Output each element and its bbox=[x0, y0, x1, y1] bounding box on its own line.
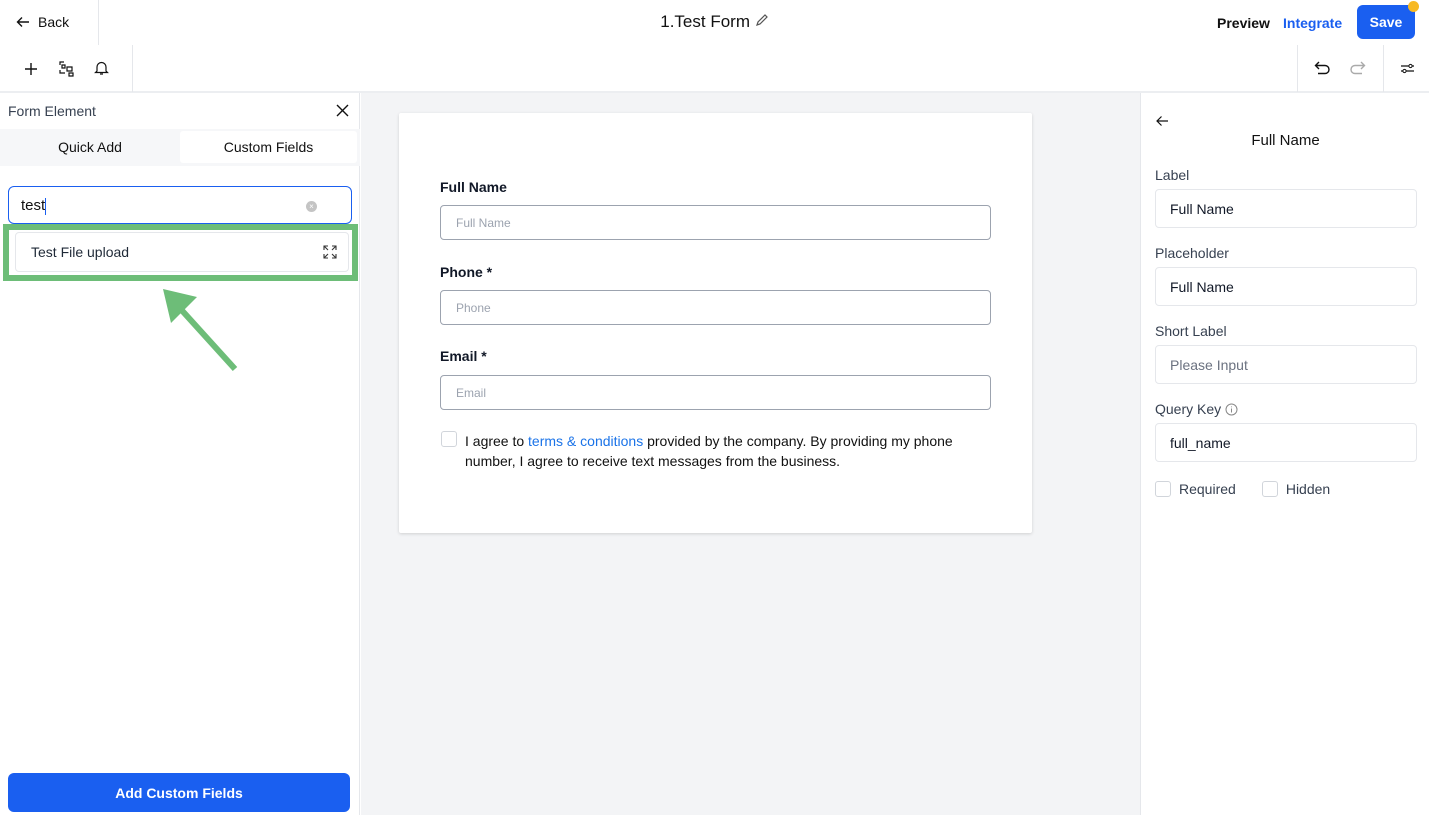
add-custom-fields-button[interactable]: Add Custom Fields bbox=[8, 773, 350, 812]
form-card: Full Name Full Name Phone * Phone Email … bbox=[399, 113, 1032, 533]
tab-quick-add[interactable]: Quick Add bbox=[0, 129, 180, 166]
consent-checkbox[interactable] bbox=[441, 431, 457, 447]
close-icon[interactable] bbox=[336, 104, 349, 117]
integrate-button[interactable]: Integrate bbox=[1283, 15, 1342, 31]
required-checkbox[interactable] bbox=[1155, 481, 1171, 497]
label-label: Label bbox=[1155, 167, 1190, 183]
query-key-label: Query Key bbox=[1155, 401, 1238, 417]
top-bar: Back 1.Test Form Preview Integrate Save bbox=[0, 0, 1429, 45]
search-value: test bbox=[21, 197, 46, 214]
consent-prefix: I agree to bbox=[465, 433, 529, 449]
annotation-arrow-icon bbox=[163, 289, 238, 372]
preview-button[interactable]: Preview bbox=[1217, 15, 1270, 31]
highlight-box: Test File upload bbox=[3, 224, 358, 281]
required-label: Required bbox=[1179, 481, 1236, 497]
placeholder-label: Placeholder bbox=[1155, 245, 1229, 261]
form-element-panel: Form Element Quick Add Custom Fields tes… bbox=[0, 93, 360, 815]
field-label-email: Email * bbox=[440, 348, 487, 364]
label-input[interactable]: Full Name bbox=[1155, 189, 1417, 228]
form-title-text: 1.Test Form bbox=[660, 12, 750, 31]
pencil-icon[interactable] bbox=[755, 13, 769, 27]
short-label-label: Short Label bbox=[1155, 323, 1227, 339]
save-button[interactable]: Save bbox=[1357, 5, 1415, 39]
unsaved-badge bbox=[1408, 1, 1419, 12]
phone-input[interactable]: Phone bbox=[440, 290, 991, 325]
hidden-label: Hidden bbox=[1285, 481, 1331, 497]
custom-field-label: Test File upload bbox=[31, 244, 130, 260]
arrow-left-icon[interactable] bbox=[1156, 115, 1169, 127]
layout-icon[interactable] bbox=[59, 61, 75, 77]
consent-text: I agree to terms & conditions provided b… bbox=[465, 431, 995, 471]
full-name-input[interactable]: Full Name bbox=[440, 205, 991, 240]
info-icon[interactable] bbox=[1225, 403, 1238, 416]
terms-link[interactable]: terms & conditions bbox=[528, 433, 643, 449]
plus-icon[interactable] bbox=[24, 62, 38, 76]
toolbar bbox=[0, 45, 1429, 93]
tab-custom-fields[interactable]: Custom Fields bbox=[180, 131, 357, 163]
field-label-phone: Phone * bbox=[440, 264, 493, 280]
field-label-full-name: Full Name bbox=[440, 179, 507, 195]
settings-title: Full Name bbox=[1251, 132, 1320, 149]
redo-icon[interactable] bbox=[1349, 60, 1366, 76]
search-input[interactable]: test × bbox=[8, 186, 352, 224]
email-input[interactable]: Email bbox=[440, 375, 991, 410]
placeholder-input[interactable]: Full Name bbox=[1155, 267, 1417, 306]
short-label-input[interactable]: Please Input bbox=[1155, 345, 1417, 384]
hidden-checkbox[interactable] bbox=[1261, 481, 1278, 497]
undo-icon[interactable] bbox=[1314, 60, 1331, 76]
query-key-input[interactable]: full_name bbox=[1155, 423, 1417, 462]
query-key-text: Query Key bbox=[1155, 401, 1222, 417]
custom-field-item[interactable]: Test File upload bbox=[15, 232, 349, 272]
bell-icon[interactable] bbox=[94, 60, 109, 76]
field-settings-panel: Full Name Label Full Name Placeholder Fu… bbox=[1140, 93, 1429, 815]
form-title[interactable]: 1.Test Form bbox=[0, 12, 1429, 32]
settings-sliders-icon[interactable] bbox=[1400, 62, 1415, 75]
tab-bar: Quick Add Custom Fields bbox=[0, 129, 360, 166]
expand-icon[interactable] bbox=[323, 245, 337, 259]
clear-search-icon[interactable]: × bbox=[306, 201, 317, 212]
panel-title: Form Element bbox=[8, 103, 96, 119]
